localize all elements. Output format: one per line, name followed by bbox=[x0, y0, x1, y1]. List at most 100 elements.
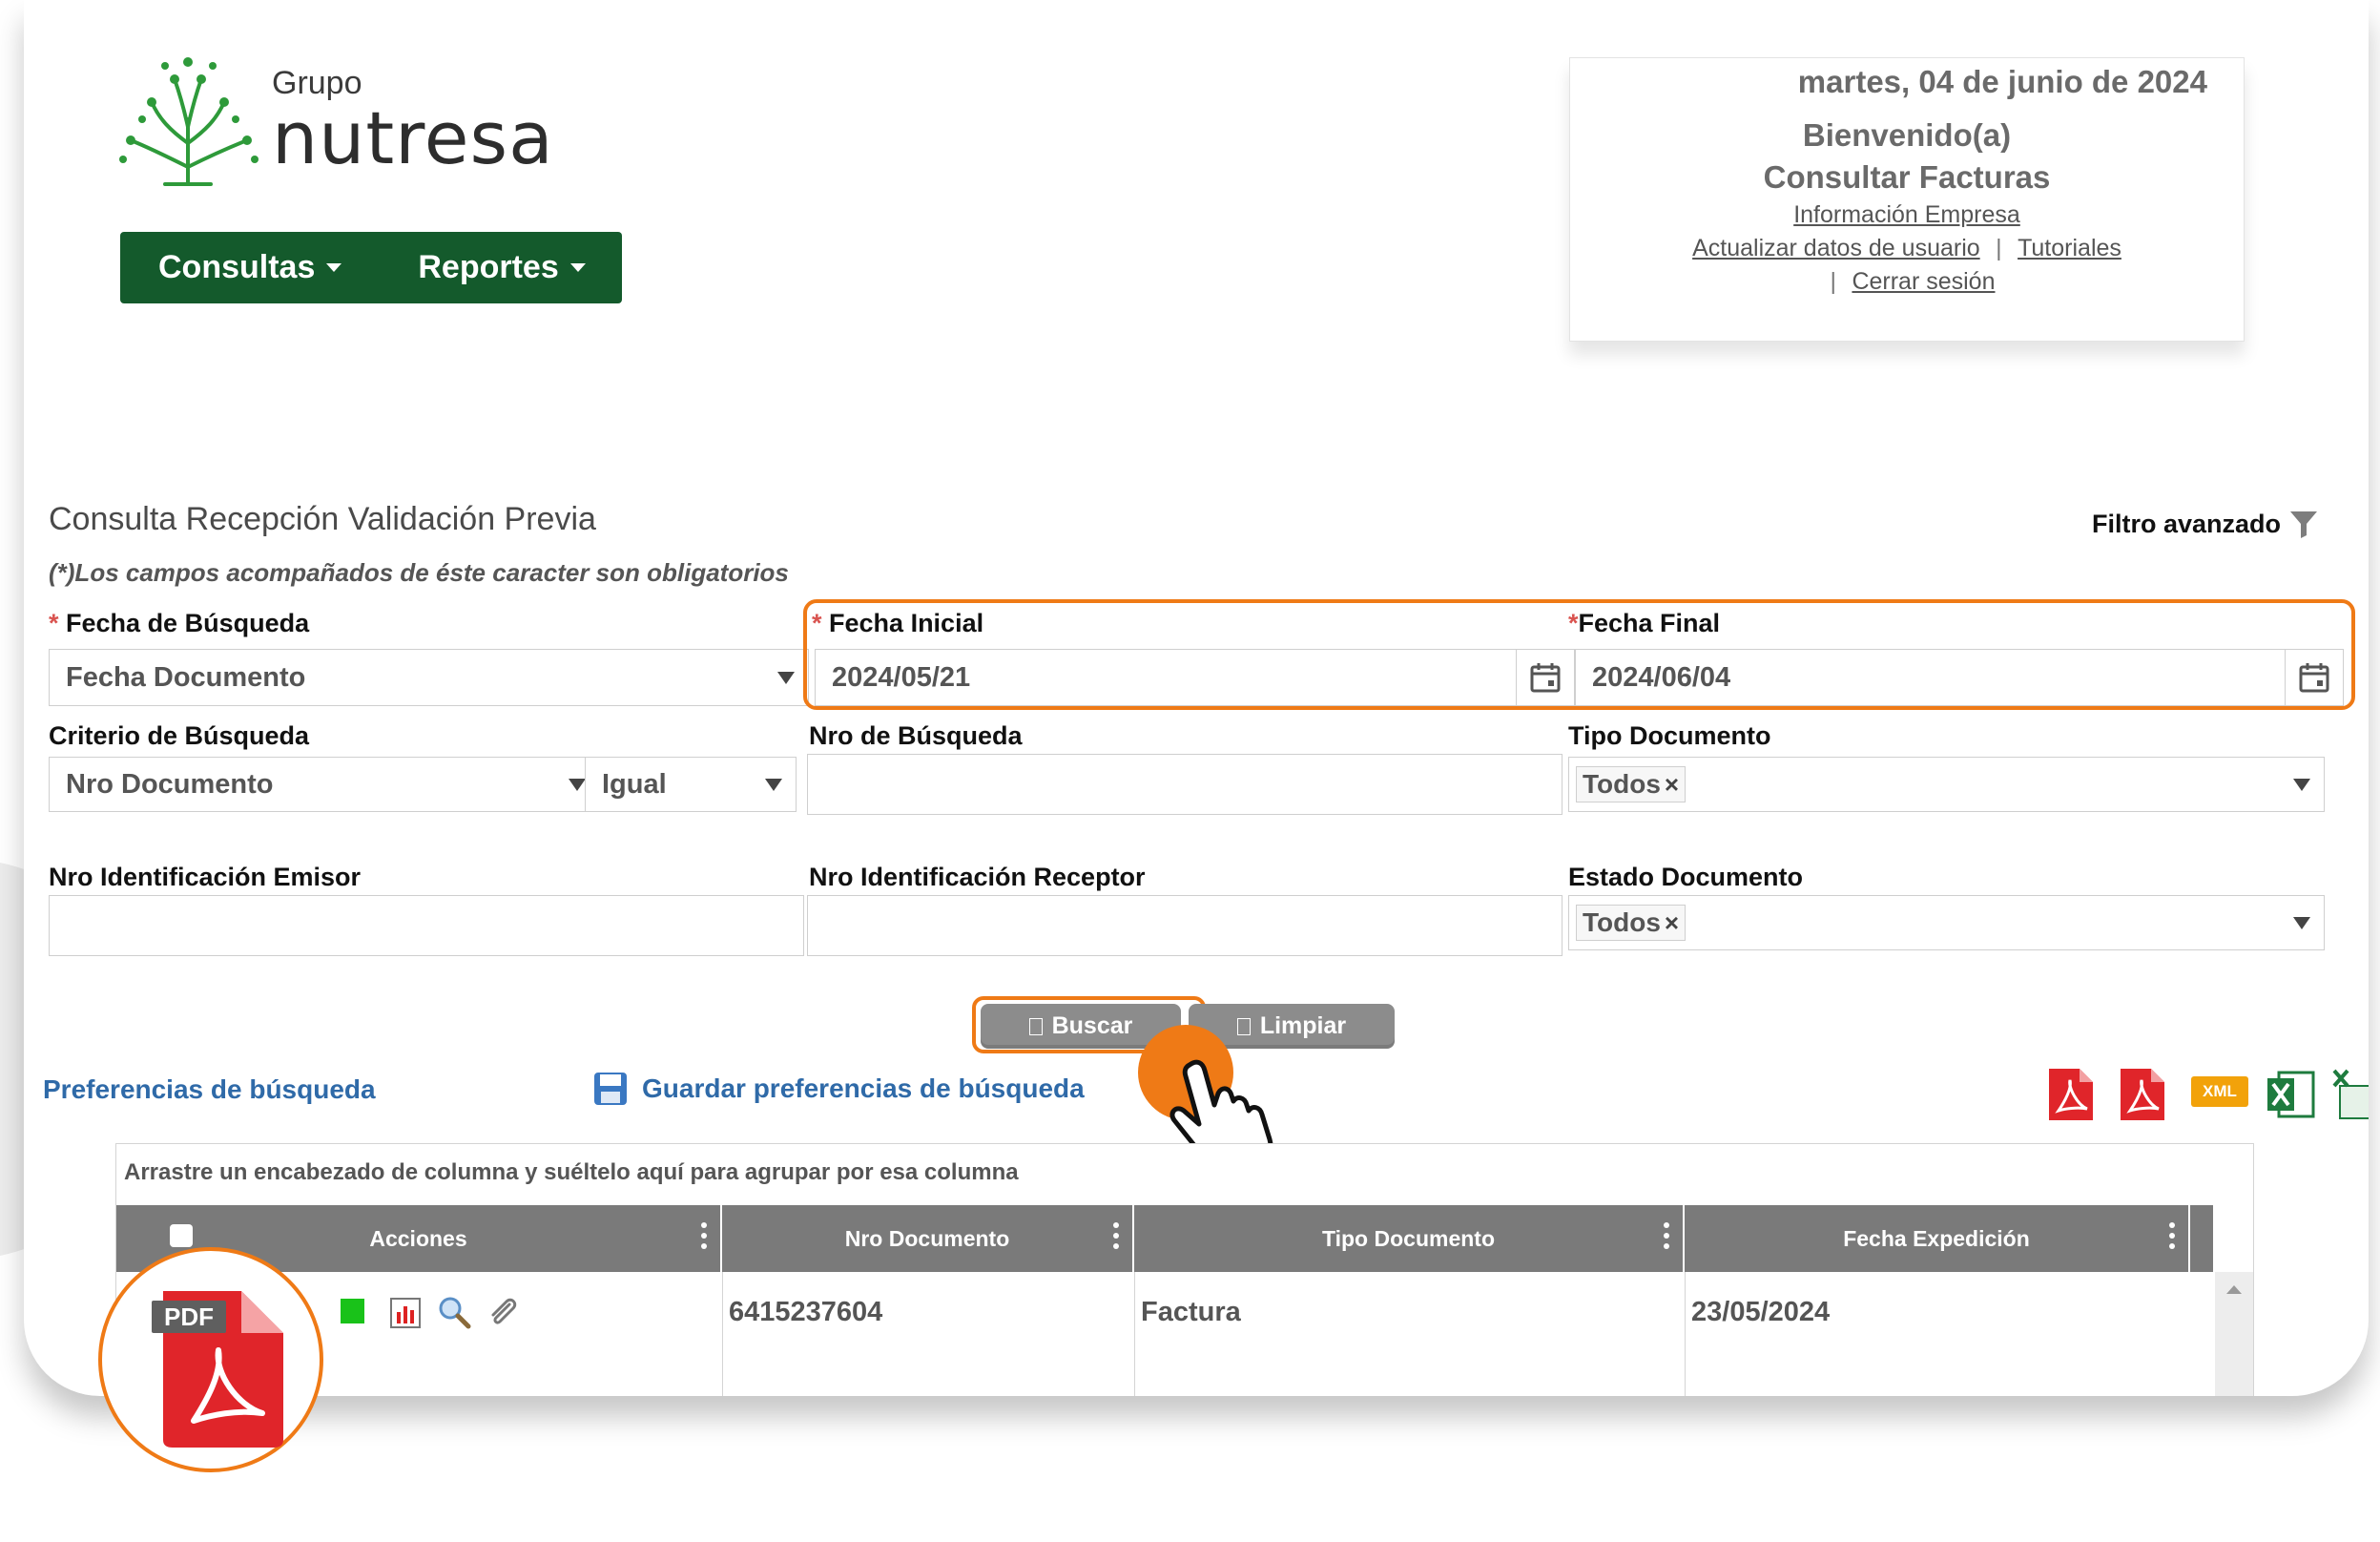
preferencias-busqueda-label: Preferencias de búsqueda bbox=[43, 1074, 376, 1104]
column-fecha-expedicion[interactable]: Fecha Expedición bbox=[1685, 1205, 2190, 1272]
guardar-preferencias-link[interactable]: Guardar preferencias de búsqueda bbox=[592, 1071, 1085, 1107]
receptor-label: Nro Identificación Receptor bbox=[809, 863, 1146, 891]
menu-consultas[interactable]: Consultas bbox=[120, 232, 380, 303]
tipo-documento-tag: Todos × bbox=[1576, 766, 1687, 802]
close-icon[interactable]: × bbox=[1665, 908, 1679, 938]
cerrar-sesion-link[interactable]: Cerrar sesión bbox=[1852, 268, 1995, 295]
pdf-icon[interactable] bbox=[2043, 1067, 2097, 1122]
close-icon[interactable]: × bbox=[1665, 770, 1679, 800]
click-cursor-icon bbox=[1138, 1025, 1273, 1160]
filter-icon bbox=[2290, 511, 2317, 538]
link-separator: | bbox=[1830, 268, 1836, 295]
pdf-callout-label: PDF bbox=[152, 1301, 226, 1333]
column-acciones-label: Acciones bbox=[369, 1225, 467, 1251]
estado-documento-label: Estado Documento bbox=[1568, 863, 1804, 891]
menu-consultas-label: Consultas bbox=[158, 249, 316, 285]
csv-icon[interactable] bbox=[2330, 1067, 2369, 1122]
column-menu-icon[interactable] bbox=[1113, 1222, 1119, 1254]
pdf-callout: PDF bbox=[98, 1247, 323, 1472]
tipo-documento-tag-label: Todos bbox=[1583, 769, 1661, 799]
column-overflow bbox=[2190, 1205, 2213, 1272]
column-tipo-documento-label: Tipo Documento bbox=[1321, 1225, 1495, 1251]
nro-busqueda-input[interactable] bbox=[807, 754, 1563, 815]
save-icon bbox=[594, 1073, 627, 1105]
group-hint: Arrastre un encabezado de columna y suél… bbox=[124, 1159, 1019, 1185]
user-links-row-3: | Cerrar sesión bbox=[1570, 268, 2244, 296]
page-title: Consulta Recepción Validación Previa bbox=[49, 501, 596, 537]
user-links-row-1: Información Empresa bbox=[1570, 201, 2244, 229]
attachment-icon[interactable] bbox=[485, 1295, 519, 1329]
estado-documento-tag: Todos × bbox=[1576, 905, 1687, 941]
emisor-input[interactable] bbox=[49, 895, 804, 956]
preferencias-busqueda-link[interactable]: Preferencias de búsqueda bbox=[43, 1074, 376, 1105]
fecha-busqueda-label: * Fecha de Búsqueda bbox=[49, 609, 309, 638]
required-asterisk: * bbox=[49, 609, 59, 637]
column-menu-icon[interactable] bbox=[2169, 1222, 2175, 1254]
criterio-value: Nro Documento bbox=[66, 768, 274, 800]
operator-select[interactable]: Igual bbox=[585, 757, 797, 812]
estado-documento-select[interactable]: Todos × bbox=[1568, 895, 2325, 950]
user-links-row-2: Actualizar datos de usuario | Tutoriales bbox=[1570, 235, 2244, 262]
current-date: martes, 04 de junio de 2024 bbox=[1797, 64, 2207, 99]
link-separator: | bbox=[1996, 235, 2002, 261]
informacion-empresa-link[interactable]: Información Empresa bbox=[1793, 201, 2020, 228]
section-title: Consultar Facturas bbox=[1763, 159, 2051, 195]
column-nro-documento[interactable]: Nro Documento bbox=[722, 1205, 1134, 1272]
menu-reportes[interactable]: Reportes bbox=[380, 232, 623, 303]
column-menu-icon[interactable] bbox=[701, 1222, 707, 1254]
pdf-icon[interactable] bbox=[2115, 1067, 2168, 1122]
nutresa-tree-logo-icon bbox=[119, 57, 259, 186]
search-icon[interactable] bbox=[437, 1295, 471, 1329]
grid-header: Acciones Nro Documento Tipo Documento Fe… bbox=[116, 1205, 2213, 1272]
cell-nro-documento: 6415237604 bbox=[729, 1297, 883, 1327]
xml-icon[interactable]: XML bbox=[2191, 1076, 2248, 1107]
welcome-text: Bienvenido(a) bbox=[1802, 117, 2012, 153]
scroll-up-arrow-icon[interactable] bbox=[2226, 1285, 2242, 1294]
emisor-label: Nro Identificación Emisor bbox=[49, 863, 362, 891]
column-fecha-expedicion-label: Fecha Expedición bbox=[1843, 1225, 2030, 1251]
tipo-documento-select[interactable]: Todos × bbox=[1568, 757, 2325, 812]
excel-icon[interactable] bbox=[2266, 1067, 2315, 1122]
cell-fecha-expedicion: 23/05/2024 bbox=[1691, 1297, 1831, 1327]
column-nro-documento-label: Nro Documento bbox=[844, 1225, 1010, 1251]
results-grid: Arrastre un encabezado de columna y suél… bbox=[115, 1143, 2254, 1396]
column-divider bbox=[722, 1272, 723, 1396]
grid-scrollbar[interactable] bbox=[2215, 1272, 2253, 1396]
operator-value: Igual bbox=[602, 768, 667, 800]
report-icon[interactable] bbox=[389, 1297, 422, 1329]
column-menu-icon[interactable] bbox=[1664, 1222, 1669, 1254]
advanced-filter-label: Filtro avanzado bbox=[2091, 509, 2281, 538]
actualizar-datos-link[interactable]: Actualizar datos de usuario bbox=[1692, 235, 1980, 261]
date-range-highlight bbox=[803, 599, 2355, 710]
status-badge-icon[interactable] bbox=[341, 1299, 364, 1323]
dropdown-arrow-icon bbox=[2293, 779, 2310, 791]
user-panel: martes, 04 de junio de 2024 Bienvenido(a… bbox=[1569, 57, 2245, 342]
app-window: Grupo nutresa Consultas Reportes martes,… bbox=[24, 0, 2369, 1396]
main-menu: Consultas Reportes bbox=[120, 232, 622, 303]
menu-reportes-label: Reportes bbox=[418, 249, 559, 285]
fecha-busqueda-value: Fecha Documento bbox=[66, 661, 306, 693]
tipo-documento-label: Tipo Documento bbox=[1568, 721, 1771, 750]
required-note: (*)Los campos acompañados de éste caract… bbox=[49, 558, 789, 587]
column-divider bbox=[1685, 1272, 1686, 1396]
guardar-preferencias-label: Guardar preferencias de búsqueda bbox=[642, 1073, 1085, 1103]
advanced-filter-button[interactable]: Filtro avanzado bbox=[2092, 509, 2319, 539]
tutoriales-link[interactable]: Tutoriales bbox=[2018, 235, 2121, 261]
dropdown-arrow-icon bbox=[2293, 917, 2310, 929]
dropdown-arrow-icon bbox=[777, 672, 795, 684]
column-tipo-documento[interactable]: Tipo Documento bbox=[1134, 1205, 1685, 1272]
receptor-input[interactable] bbox=[807, 895, 1563, 956]
dropdown-arrow-icon bbox=[765, 779, 782, 791]
select-all-checkbox[interactable] bbox=[170, 1224, 193, 1247]
cell-tipo-documento: Factura bbox=[1141, 1297, 1241, 1327]
criterio-label: Criterio de Búsqueda bbox=[49, 721, 310, 750]
chevron-down-icon bbox=[326, 263, 342, 272]
fecha-busqueda-select[interactable]: Fecha Documento bbox=[49, 649, 809, 706]
dropdown-arrow-icon bbox=[569, 779, 586, 791]
nro-busqueda-label: Nro de Búsqueda bbox=[809, 721, 1023, 750]
fecha-busqueda-label-text: Fecha de Búsqueda bbox=[66, 609, 310, 637]
column-divider bbox=[1134, 1272, 1135, 1396]
logo-nutresa-text: nutresa bbox=[272, 95, 554, 180]
criterio-select[interactable]: Nro Documento bbox=[49, 757, 600, 812]
estado-documento-tag-label: Todos bbox=[1583, 907, 1661, 937]
